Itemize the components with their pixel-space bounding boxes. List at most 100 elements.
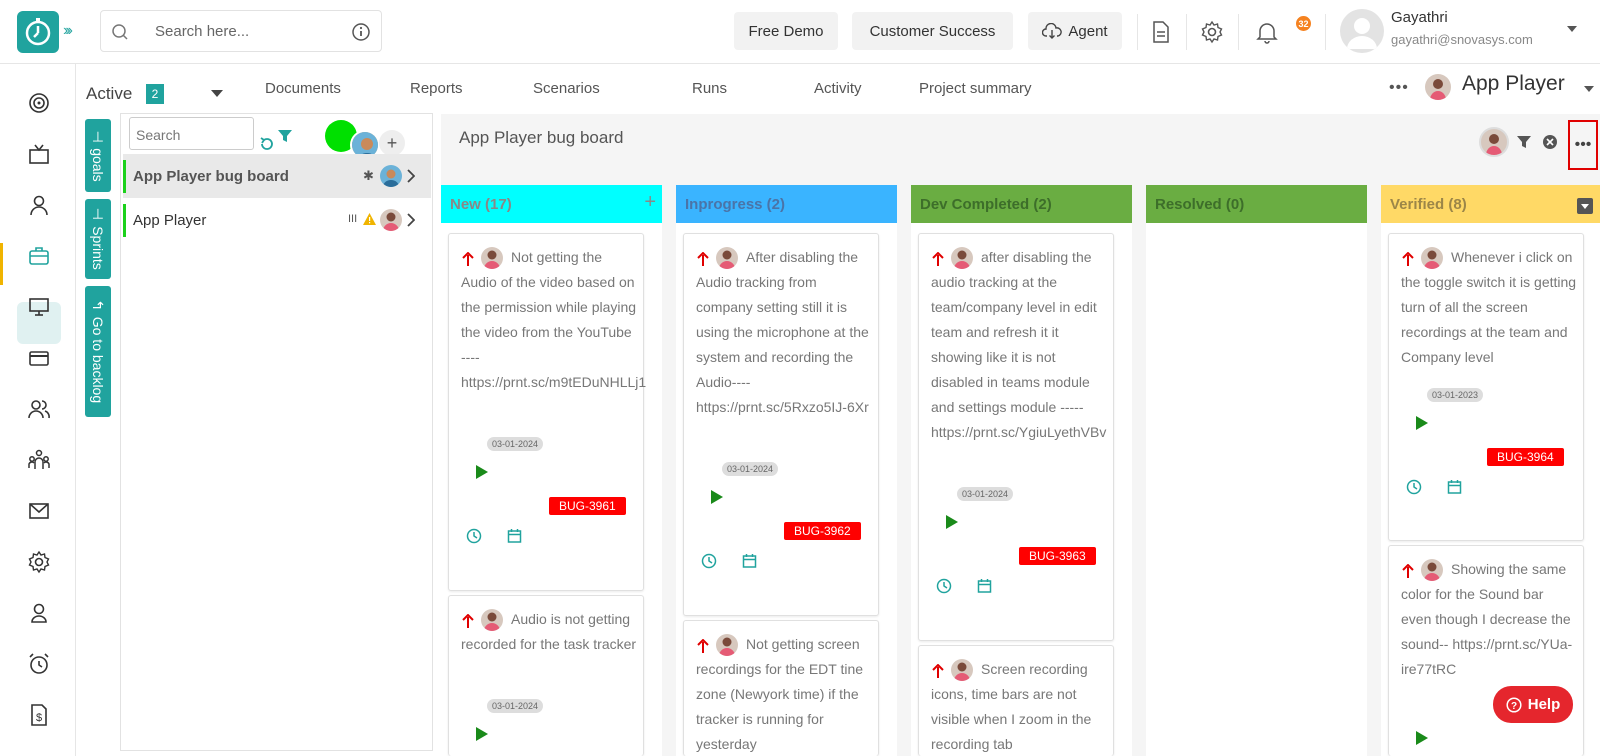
bug-id-tag[interactable]: BUG-3964 (1487, 448, 1564, 466)
chevron-right-icon[interactable] (407, 213, 415, 227)
board-filter-icon[interactable] (1516, 134, 1532, 150)
bug-icon: ✱ (363, 168, 374, 183)
filter-icon[interactable] (277, 128, 293, 144)
bug-id-tag[interactable]: BUG-3961 (549, 497, 626, 515)
user-menu-caret-icon[interactable] (1567, 26, 1577, 32)
info-icon[interactable] (351, 22, 371, 42)
active-filter-label[interactable]: Active (86, 84, 132, 104)
document-icon[interactable] (1150, 20, 1172, 44)
clock-icon[interactable] (466, 528, 482, 544)
board-list-item-bug-board[interactable]: App Player bug board ✱ (123, 154, 431, 198)
user-name: Gayathri (1391, 9, 1448, 26)
card-date: 03-01-2024 (487, 437, 544, 451)
board-search-input[interactable]: Search (129, 117, 254, 150)
help-button[interactable]: ? Help (1493, 686, 1573, 723)
board-column-resolved: Resolved (0) (1146, 185, 1367, 756)
active-indicator (123, 160, 126, 193)
clear-filter-icon[interactable] (1542, 134, 1558, 150)
notification-bell-icon[interactable] (1256, 20, 1278, 44)
calendar-edit-icon[interactable] (742, 553, 758, 569)
calendar-edit-icon[interactable] (977, 578, 993, 594)
play-icon[interactable] (475, 726, 489, 742)
settings-gear-icon[interactable] (1200, 20, 1224, 44)
settings-icon[interactable] (26, 549, 52, 575)
search-placeholder[interactable]: Search here... (155, 23, 249, 40)
sprints-tab[interactable]: Sprints ⊣ (85, 199, 111, 279)
agent-button[interactable]: Agent (1028, 12, 1122, 50)
play-icon[interactable] (1415, 730, 1429, 746)
app-logo[interactable] (17, 11, 59, 53)
team-users-icon[interactable] (26, 396, 52, 422)
alarm-clock-icon[interactable] (26, 651, 52, 677)
dashboard-icon[interactable] (26, 90, 52, 116)
card-description: Whenever i click on the toggle switch it… (1401, 249, 1577, 365)
bug-card[interactable]: after disabling the audio tracking at th… (918, 233, 1114, 641)
column-title: New (17) (450, 195, 512, 213)
active-dropdown-caret-icon[interactable] (211, 90, 223, 97)
board-member-avatar[interactable] (1479, 127, 1509, 157)
clock-icon[interactable] (701, 553, 717, 569)
play-icon[interactable] (1415, 415, 1429, 431)
tab-activity[interactable]: Activity (814, 80, 862, 97)
add-card-icon[interactable]: + (644, 191, 656, 214)
calendar-edit-icon[interactable] (1447, 479, 1463, 495)
help-label: Help (1527, 696, 1561, 713)
column-header[interactable]: Inprogress (2) (676, 185, 897, 223)
board-more-options-button[interactable]: ••• (1568, 120, 1598, 170)
user-avatar[interactable] (1340, 9, 1384, 53)
user-email: gayathri@snovasys.com (1391, 32, 1533, 47)
play-icon[interactable] (945, 514, 959, 530)
column-header[interactable]: Resolved (0) (1146, 185, 1367, 223)
calendar-edit-icon[interactable] (507, 528, 523, 544)
monitor-icon[interactable] (26, 294, 52, 320)
bug-id-tag[interactable]: BUG-3962 (784, 522, 861, 540)
project-dropdown-caret-icon[interactable] (1584, 86, 1594, 92)
column-header[interactable]: Verified (8) (1381, 185, 1600, 223)
user-profile-icon[interactable] (26, 192, 52, 218)
column-header[interactable]: Dev Completed (2) (911, 185, 1132, 223)
column-header[interactable]: New (17) + (441, 185, 662, 223)
go-to-backlog-tab[interactable]: Go to backlog ↰ (85, 286, 111, 417)
bug-card[interactable]: After disabling the Audio tracking from … (683, 233, 879, 616)
search-icon (112, 24, 128, 40)
divider (1238, 14, 1239, 50)
chevron-right-icon[interactable] (407, 169, 415, 183)
tab-runs[interactable]: Runs (692, 80, 727, 97)
play-icon[interactable] (710, 489, 724, 505)
organization-icon[interactable] (26, 447, 52, 473)
add-member-icon[interactable]: + (379, 130, 405, 156)
tab-documents[interactable]: Documents (265, 80, 341, 97)
project-more-icon[interactable]: ••• (1389, 79, 1409, 97)
mail-icon[interactable] (26, 498, 52, 524)
bug-card[interactable]: Screen recording icons, time bars are no… (918, 645, 1114, 756)
bug-card[interactable]: Showing the same color for the Sound bar… (1388, 545, 1584, 756)
refresh-icon[interactable] (259, 136, 275, 152)
board-list-item-app-player[interactable]: App Player III (123, 198, 431, 242)
clock-icon[interactable] (1406, 479, 1422, 495)
play-icon[interactable] (475, 464, 489, 480)
archive-icon[interactable] (1576, 197, 1594, 215)
tab-reports[interactable]: Reports (410, 80, 463, 97)
tab-scenarios[interactable]: Scenarios (533, 80, 600, 97)
bug-card[interactable]: Whenever i click on the toggle switch it… (1388, 233, 1584, 541)
tab-project-summary[interactable]: Project summary (919, 80, 1032, 97)
tv-icon[interactable] (26, 141, 52, 167)
bug-card[interactable]: Audio is not getting recorded for the ta… (448, 595, 644, 756)
clock-icon[interactable] (936, 578, 952, 594)
invoice-dollar-icon[interactable]: $ (26, 702, 52, 728)
global-search[interactable]: Search here... (100, 10, 382, 52)
expand-menu-icon[interactable]: ››› (63, 22, 73, 40)
bug-id-tag[interactable]: BUG-3963 (1019, 547, 1096, 565)
bug-card[interactable]: Not getting screen recordings for the ED… (683, 620, 879, 756)
free-demo-button[interactable]: Free Demo (734, 12, 838, 50)
bug-card[interactable]: Not getting the Audio of the video based… (448, 233, 646, 591)
user-badge-icon[interactable] (26, 600, 52, 626)
card-date: 03-01-2024 (722, 462, 779, 476)
project-name[interactable]: App Player (1462, 72, 1565, 96)
more-dots-icon: ••• (1574, 136, 1592, 153)
payment-card-icon[interactable] (26, 345, 52, 371)
customer-success-button[interactable]: Customer Success (852, 12, 1013, 50)
projects-briefcase-icon[interactable] (26, 243, 52, 269)
divider (1325, 14, 1326, 50)
goals-tab[interactable]: goals ⊣ (85, 119, 111, 192)
